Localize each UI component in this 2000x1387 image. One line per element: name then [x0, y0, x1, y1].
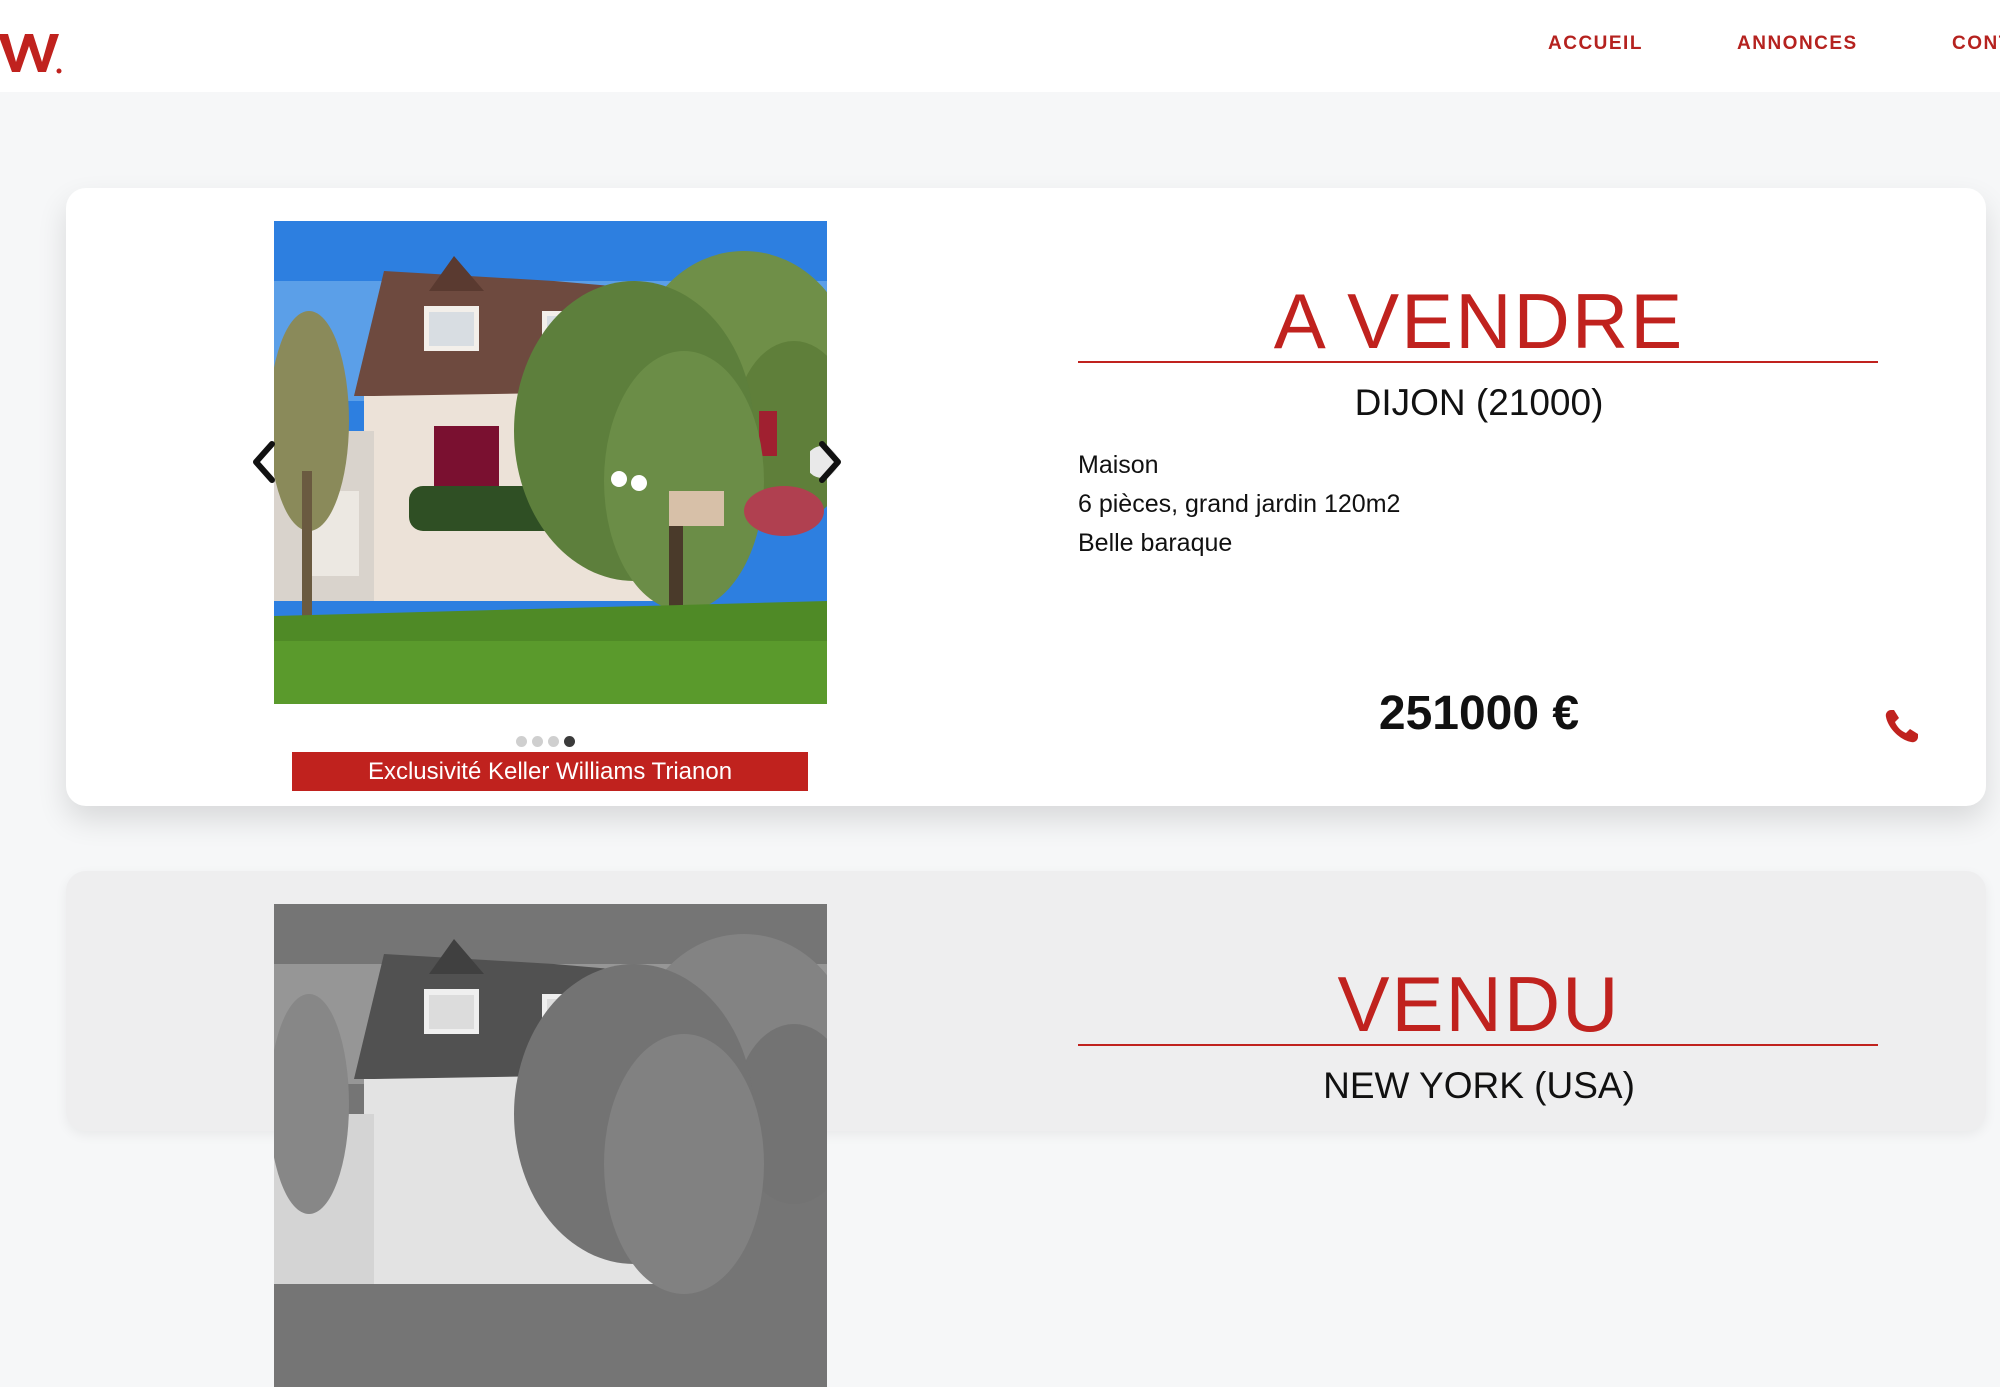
carousel-dot[interactable]: [548, 736, 559, 747]
listing-city: NEW YORK (USA): [1323, 1065, 1635, 1106]
listing-price: 251000 €: [1378, 687, 1580, 740]
carousel-dot[interactable]: [516, 736, 527, 747]
property-details: 6 pièces, grand jardin 120m2: [1078, 490, 1401, 518]
nav-link-contact[interactable]: CONT: [1952, 33, 2000, 55]
carousel-dot-active[interactable]: [564, 736, 575, 747]
carousel-prev-icon[interactable]: [246, 438, 284, 486]
property-photo: [274, 904, 827, 1387]
carousel-indicators: [516, 736, 575, 748]
listing-city: DIJON (21000): [1354, 382, 1604, 423]
listing-card: VENDU NEW YORK (USA): [66, 871, 1986, 1387]
property-type: Maison: [1078, 451, 1159, 479]
kw-logo[interactable]: [0, 26, 64, 76]
listing-status: VENDU: [1337, 960, 1621, 1048]
exclusive-badge: Exclusivité Keller Williams Trianon: [292, 752, 808, 791]
divider: [1078, 1044, 1878, 1046]
nav-link-annonces[interactable]: ANNONCES: [1737, 33, 1858, 55]
property-note: Belle baraque: [1078, 529, 1233, 557]
nav-link-accueil[interactable]: ACCUEIL: [1548, 33, 1643, 55]
listing-description: Maison 6 pièces, grand jardin 120m2 Bell…: [1078, 446, 1400, 563]
carousel-next-icon[interactable]: [810, 438, 848, 486]
listing-status: A VENDRE: [1273, 277, 1685, 365]
phone-icon[interactable]: [1882, 706, 1922, 746]
carousel-dot[interactable]: [532, 736, 543, 747]
divider: [1078, 361, 1878, 363]
top-navigation-bar: ACCUEIL ANNONCES CONT: [0, 0, 2000, 92]
property-photo: [274, 221, 827, 704]
listing-card: Exclusivité Keller Williams Trianon A VE…: [66, 188, 1986, 806]
